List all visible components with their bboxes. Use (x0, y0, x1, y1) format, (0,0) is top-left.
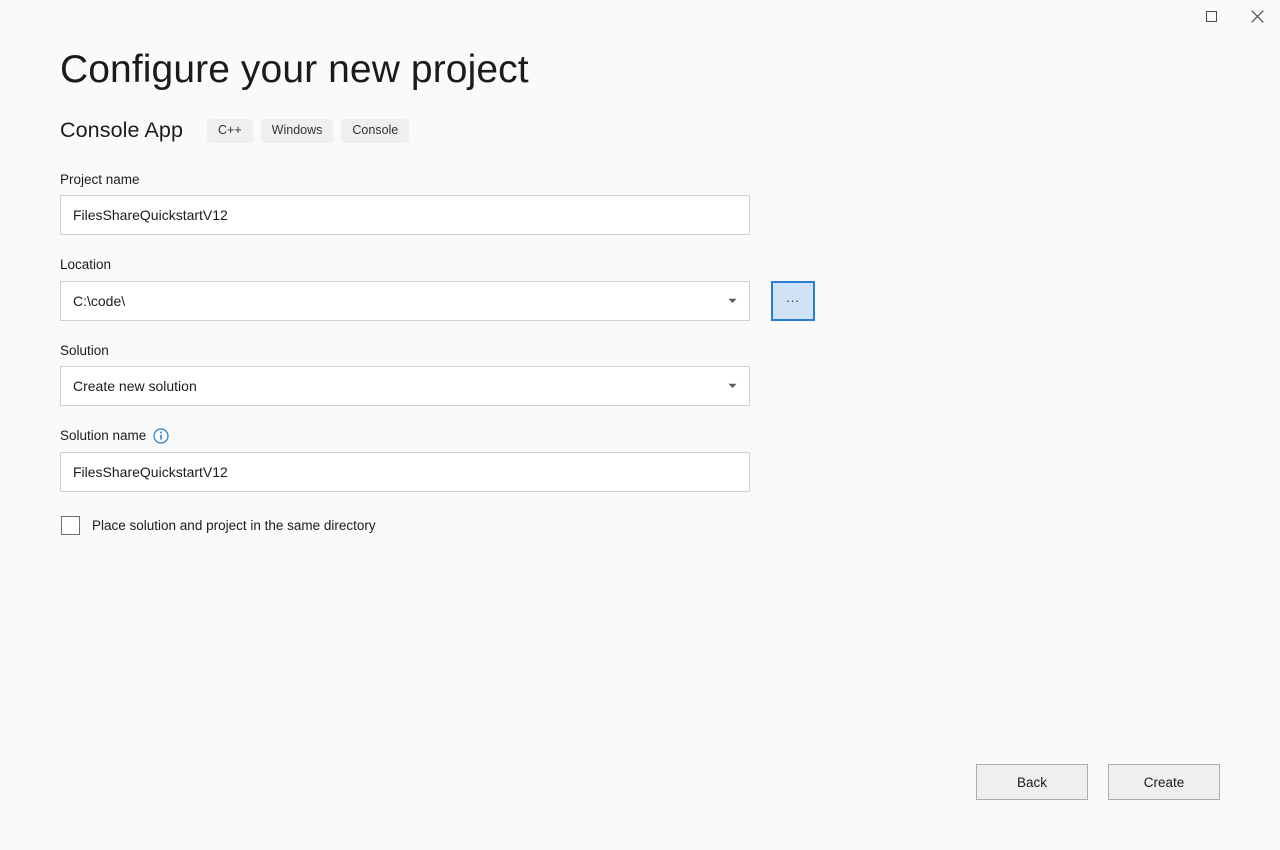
maximize-icon (1206, 11, 1217, 22)
chevron-down-icon[interactable] (719, 298, 745, 304)
close-button[interactable] (1234, 0, 1280, 32)
back-button[interactable]: Back (976, 764, 1088, 800)
location-value: C:\code\ (61, 293, 719, 309)
tag-platform: Windows (261, 119, 334, 143)
solution-value: Create new solution (61, 378, 719, 394)
location-row: C:\code\ ... (60, 281, 1250, 321)
dialog-content: Configure your new project Console App C… (60, 48, 1250, 535)
solution-combobox[interactable]: Create new solution (60, 366, 750, 406)
template-name: Console App (60, 118, 183, 143)
info-icon[interactable] (153, 428, 169, 444)
location-combobox[interactable]: C:\code\ (60, 281, 750, 321)
project-name-label: Project name (60, 171, 1250, 189)
ellipsis-icon: ... (786, 294, 800, 302)
location-label: Location (60, 256, 1250, 274)
tag-language: C++ (207, 119, 253, 143)
close-icon (1251, 10, 1264, 23)
solution-label: Solution (60, 342, 1250, 360)
template-summary: Console App C++ Windows Console (60, 117, 1250, 145)
same-directory-label: Place solution and project in the same d… (92, 518, 376, 533)
project-config-form: Project name Location C:\code\ ... Solut… (60, 171, 1250, 535)
solution-row: Create new solution (60, 366, 1250, 406)
tag-project-type: Console (341, 119, 409, 143)
solution-name-row (60, 452, 1250, 492)
solution-name-input[interactable] (60, 452, 750, 492)
same-directory-checkbox-row[interactable]: Place solution and project in the same d… (60, 516, 1250, 535)
create-button[interactable]: Create (1108, 764, 1220, 800)
page-title: Configure your new project (60, 48, 1250, 93)
chevron-down-icon[interactable] (719, 383, 745, 389)
browse-location-button[interactable]: ... (771, 281, 815, 321)
project-name-row (60, 195, 1250, 235)
window-titlebar (0, 0, 1280, 44)
template-tags: C++ Windows Console (207, 119, 409, 143)
maximize-button[interactable] (1188, 0, 1234, 32)
same-directory-checkbox[interactable] (61, 516, 80, 535)
project-name-input[interactable] (60, 195, 750, 235)
dialog-footer: Back Create (976, 764, 1220, 800)
solution-name-label-row: Solution name (60, 427, 1250, 445)
solution-name-label: Solution name (60, 427, 146, 445)
